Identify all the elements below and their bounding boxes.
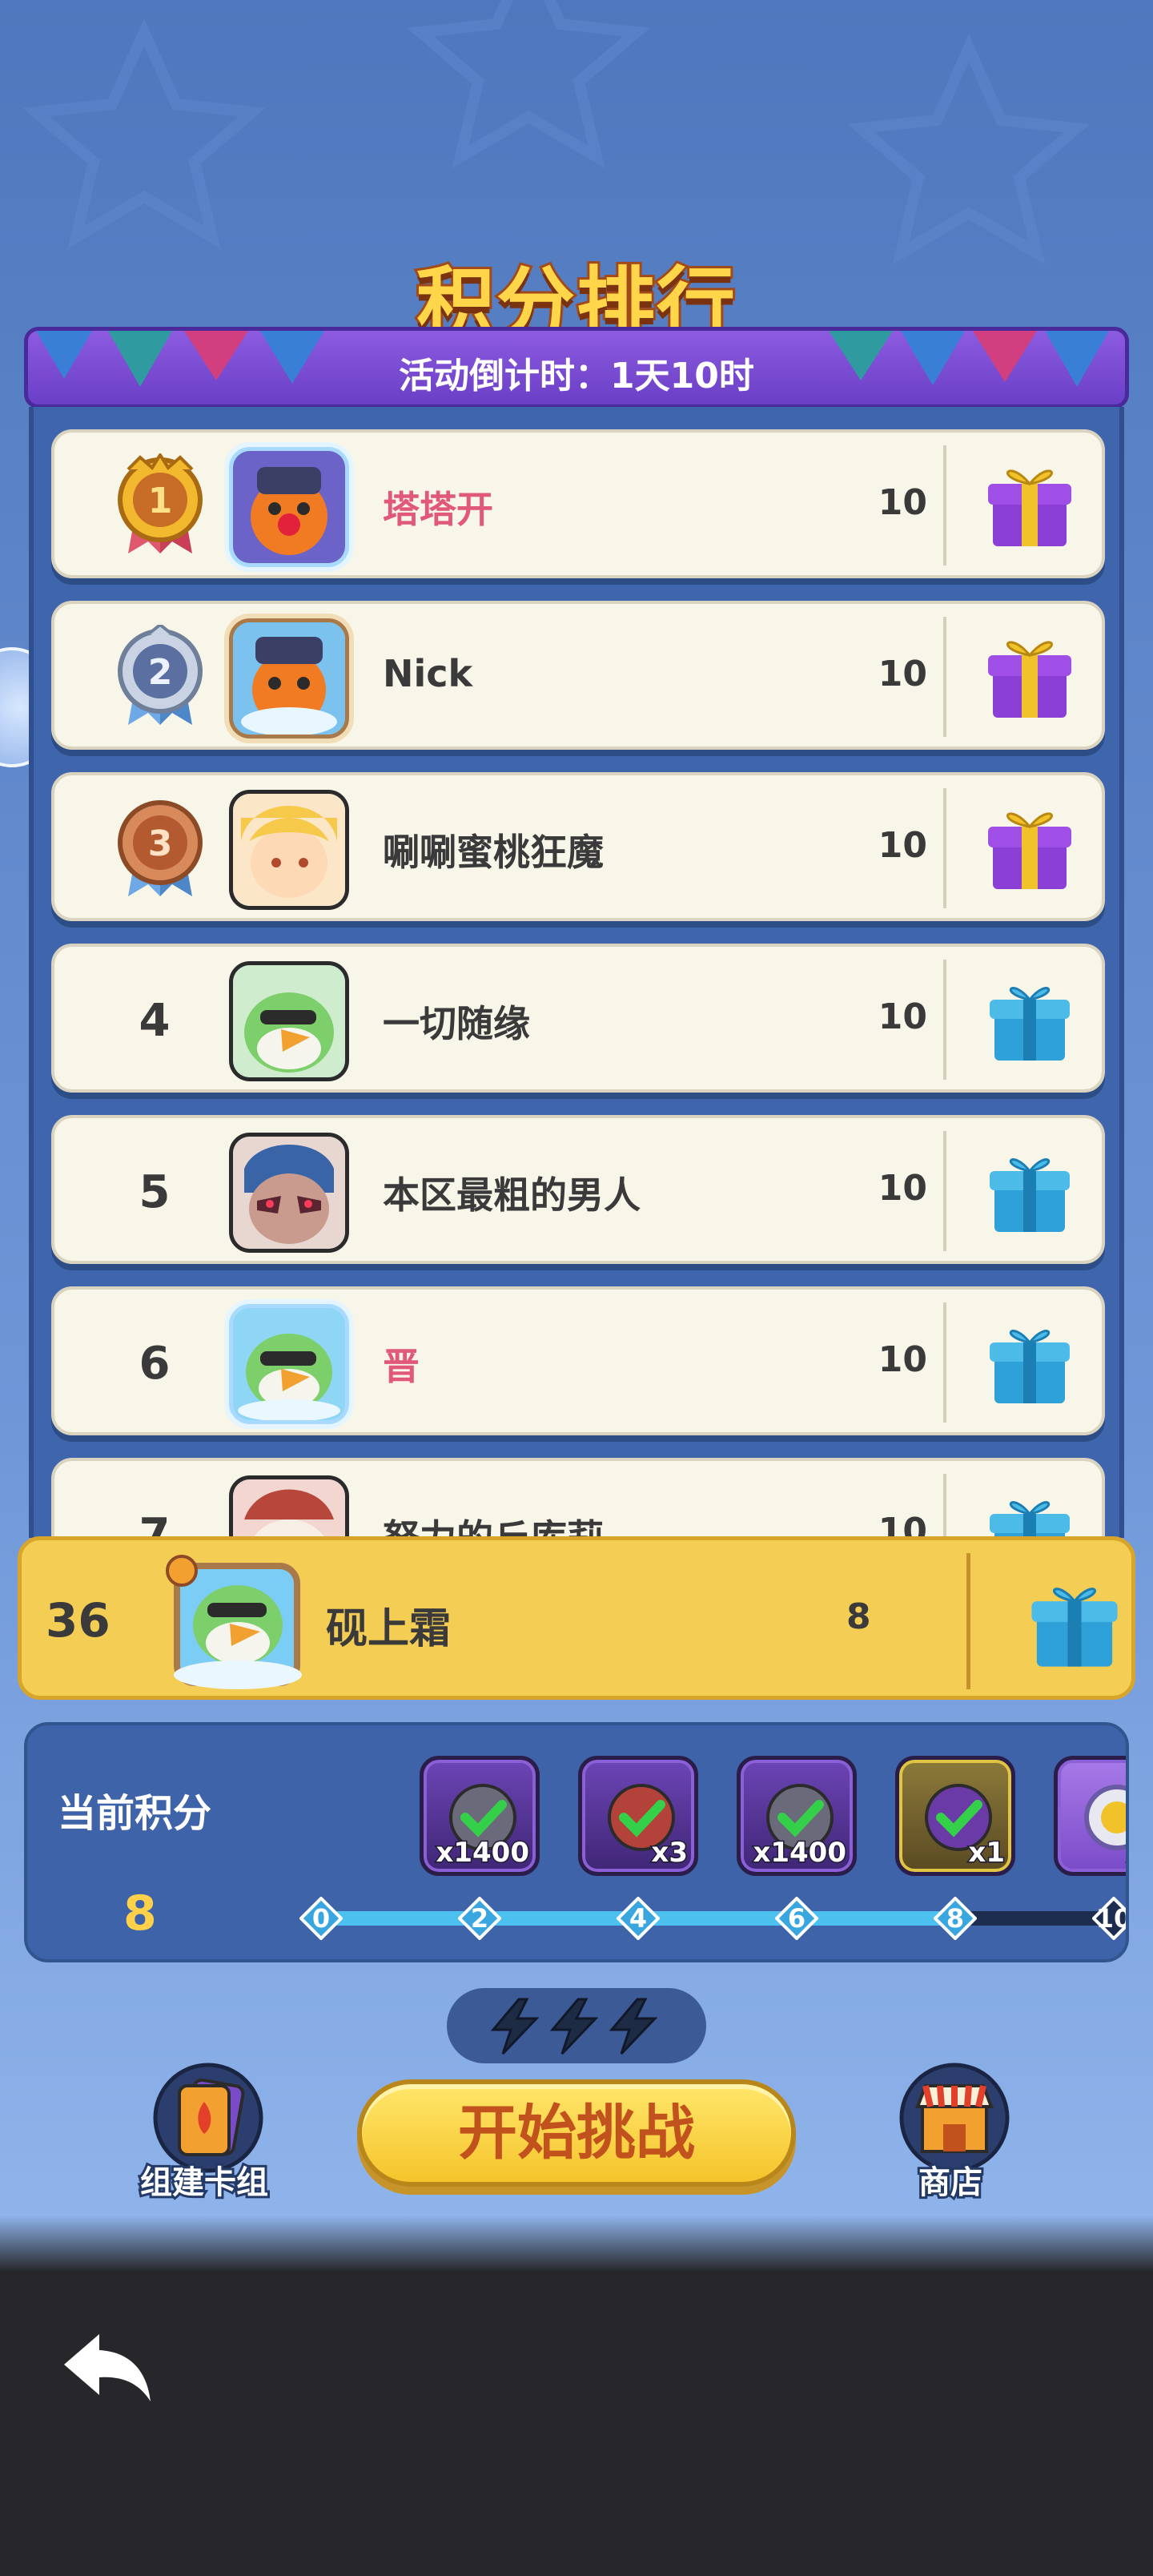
leaderboard-row[interactable]: 6 晋 10 (51, 1286, 1105, 1435)
reward-qty: x1400 (435, 1836, 531, 1870)
progress-track (323, 1911, 1126, 1926)
rank-number: 4 (139, 995, 171, 1047)
player-name: 努力的丘库莉 (383, 1516, 604, 1538)
leaderboard-row[interactable]: 3 唰唰蜜桃狂魔 10 (51, 772, 1105, 921)
milestone-node-label: 6 (787, 1903, 806, 1934)
milestone-node-label: 2 (470, 1903, 489, 1934)
lightning-bolt-icon (549, 1998, 599, 2055)
avatar (229, 790, 349, 910)
milestone-reward[interactable]: x1400 (420, 1756, 540, 1876)
svg-text:3: 3 (148, 823, 173, 864)
lightning-bolt-icon (490, 1998, 540, 2055)
start-challenge-button[interactable]: 开始挑战 (357, 2079, 796, 2187)
avatar (229, 961, 349, 1081)
my-score: 8 (846, 1596, 871, 1637)
reward-qty: x1 (967, 1836, 1006, 1870)
player-name: 本区最粗的男人 (383, 1173, 641, 1217)
bronze-medal-icon: 3 (118, 800, 203, 896)
svg-text:1: 1 (148, 481, 173, 521)
page-title: 积分排行 (414, 256, 737, 352)
deck-builder-button[interactable]: 组建卡组 (128, 2059, 280, 2211)
player-score: 10 (878, 1168, 927, 1209)
row-divider (943, 960, 946, 1080)
milestone-reward[interactable]: x1400 (737, 1756, 857, 1876)
row-divider (943, 1131, 946, 1251)
my-name: 砚上霜 (326, 1605, 452, 1653)
avatar (229, 1133, 349, 1253)
leaderboard-row[interactable]: 1 塔塔开 10 (51, 429, 1105, 578)
row-divider (943, 788, 946, 908)
gold-gift-icon[interactable] (985, 461, 1075, 551)
blue-gift-icon[interactable] (985, 1147, 1075, 1237)
silver-medal-icon: 2 (118, 625, 203, 725)
blue-gift-icon[interactable] (985, 976, 1075, 1065)
rank-number: 7 (139, 1509, 171, 1538)
player-name: 晋 (383, 1345, 420, 1388)
blue-gift-icon[interactable] (985, 1490, 1075, 1538)
milestone-reward[interactable]: x1 (1054, 1756, 1127, 1876)
milestone-node-label: 4 (629, 1903, 648, 1934)
back-arrow-icon[interactable] (59, 2328, 155, 2408)
leaderboard-row[interactable]: 2 Nick 10 (51, 601, 1105, 750)
current-points-value: 8 (123, 1886, 157, 1942)
reward-qty: x1 (1126, 1836, 1127, 1870)
reward-qty: x1400 (752, 1836, 848, 1870)
milestone-node-label: 8 (946, 1903, 965, 1934)
player-name: 塔塔开 (383, 488, 493, 531)
player-score: 10 (878, 1339, 927, 1380)
deck-builder-label: 组建卡组 (138, 2162, 271, 2204)
points-progress-panel[interactable]: 当前积分 8 x1400 x3 x1400 x1 x1 (24, 1722, 1129, 1962)
leaderboard-list[interactable]: 1 塔塔开 10 2 Nick 10 3 唰唰蜜桃狂魔 10 4 一切随缘 10… (29, 407, 1124, 1538)
row-divider (966, 1553, 970, 1689)
row-divider (943, 617, 946, 737)
avatar (229, 618, 349, 739)
avatar (229, 1475, 349, 1538)
avatar (229, 447, 349, 567)
blue-gift-icon[interactable] (1026, 1576, 1123, 1672)
leaderboard-row[interactable]: 4 一切随缘 10 (51, 944, 1105, 1093)
my-rank-row[interactable]: 36 砚上霜 8 (18, 1536, 1135, 1700)
milestone-node-label: 0 (311, 1903, 331, 1934)
leaderboard-row[interactable]: 7 努力的丘库莉 10 (51, 1458, 1105, 1538)
shop-button[interactable]: 商店 (874, 2059, 1026, 2211)
row-divider (943, 1474, 946, 1538)
milestone-reward[interactable]: x1 (895, 1756, 1015, 1876)
svg-text:2: 2 (148, 652, 173, 693)
row-divider (943, 1302, 946, 1423)
player-name: Nick (383, 652, 473, 695)
player-name: 一切随缘 (383, 1002, 530, 1045)
rank-number: 6 (139, 1338, 171, 1390)
player-score: 10 (878, 1511, 927, 1538)
reward-qty: x3 (650, 1836, 689, 1870)
milestone-reward[interactable]: x3 (578, 1756, 698, 1876)
energy-bar (447, 1988, 706, 2063)
rank-number: 5 (139, 1166, 171, 1218)
blue-gift-icon[interactable] (985, 1318, 1075, 1408)
shop-label: 商店 (916, 2162, 985, 2204)
countdown-banner: 活动倒计时：1天10时 (24, 327, 1129, 409)
gold-gift-icon[interactable] (985, 633, 1075, 722)
gold-gift-icon[interactable] (985, 804, 1075, 894)
my-avatar (166, 1555, 302, 1689)
gold-medal-icon: 1 (118, 453, 203, 553)
player-score: 10 (878, 654, 927, 694)
reward-coin-icon (1084, 1785, 1126, 1850)
row-divider (943, 445, 946, 566)
leaderboard-row[interactable]: 5 本区最粗的男人 10 (51, 1115, 1105, 1264)
milestone-node-label: 10 (1095, 1903, 1129, 1934)
countdown-text: 活动倒计时：1天10时 (399, 356, 754, 396)
my-rank-number: 36 (46, 1593, 110, 1648)
lightning-bolt-icon (609, 1998, 658, 2055)
current-points-label: 当前积分 (58, 1791, 212, 1836)
player-score: 10 (878, 482, 927, 523)
player-score: 10 (878, 825, 927, 866)
player-score: 10 (878, 996, 927, 1037)
avatar (229, 1304, 349, 1424)
player-name: 唰唰蜜桃狂魔 (383, 831, 604, 874)
